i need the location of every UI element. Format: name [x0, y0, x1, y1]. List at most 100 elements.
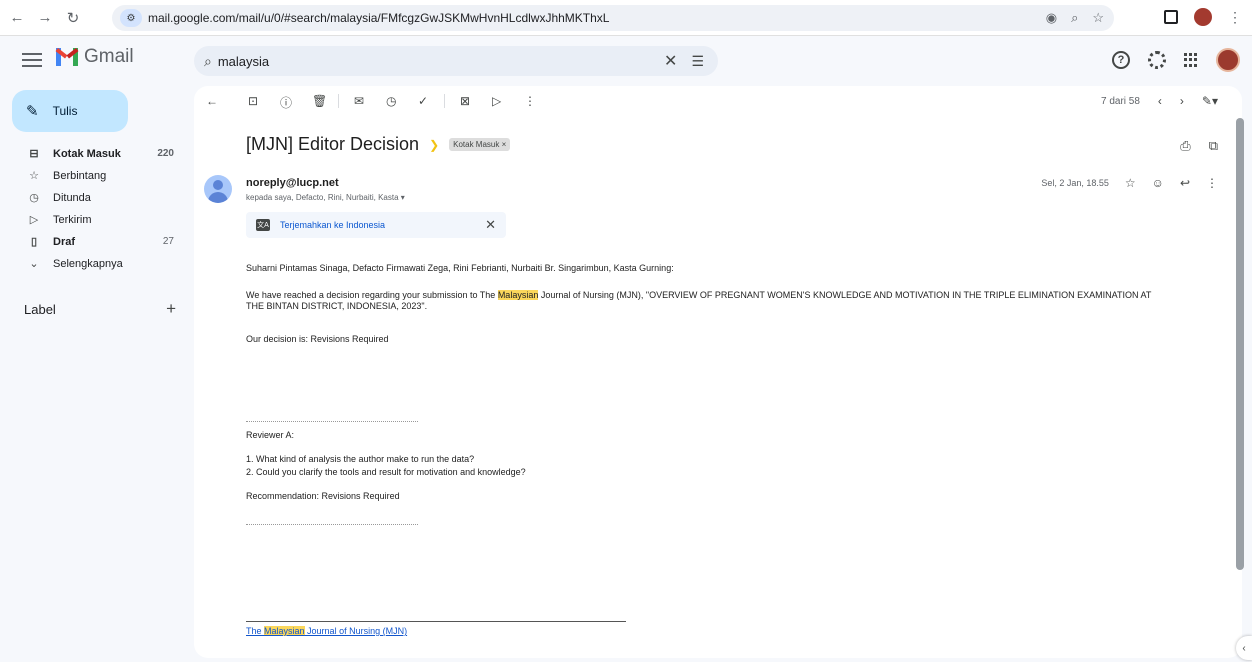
inbox-label-chip[interactable]: Kotak Masuk × [449, 138, 511, 151]
open-new-window-icon[interactable]: ⧉ [1209, 138, 1218, 154]
recipients-dropdown[interactable]: kepada saya, Defacto, Rini, Nurbaiti, Ka… [246, 193, 405, 202]
decision-text: Our decision is: Revisions Required [246, 334, 389, 344]
draft-count: 27 [162, 236, 174, 247]
clock-icon: ◷ [29, 192, 39, 204]
chevron-down-icon: ⌄ [29, 258, 39, 270]
paragraph-text: We have reached a decision regarding you… [246, 290, 498, 300]
paragraph-text: THE BINTAN DISTRICT, INDONESIA, 2023". [246, 301, 428, 311]
gmail-header: Gmail ⌕ malaysia ✕ ☰ ? [0, 36, 1252, 86]
hamburger-menu-icon[interactable] [22, 50, 42, 70]
sidebar-item-label: Ditunda [53, 191, 91, 204]
move-to-icon[interactable]: ⊠ [460, 94, 470, 108]
search-bar[interactable]: ⌕ malaysia ✕ ☰ [194, 46, 718, 76]
email-salutation: Suharni Pintamas Sinaga, Defacto Firmawa… [246, 263, 674, 273]
toolbar-divider [444, 94, 445, 108]
help-icon[interactable]: ? [1112, 51, 1130, 69]
translate-link[interactable]: Terjemahkan ke Indonesia [280, 220, 385, 230]
add-task-icon[interactable]: ✓ [418, 94, 428, 108]
gmail-logo-text: Gmail [84, 46, 134, 67]
side-panel-icon[interactable] [1164, 10, 1178, 24]
gmail-m-icon [55, 48, 79, 66]
account-avatar[interactable] [1216, 48, 1240, 72]
profile-icon[interactable] [1194, 8, 1212, 26]
inbox-icon: ⊟ [29, 148, 39, 160]
reviewer-heading: Reviewer A: [246, 430, 295, 440]
labels-section: Label + [24, 300, 176, 317]
archive-icon[interactable]: ⊡ [248, 94, 258, 108]
menu-icon[interactable]: ⋮ [1228, 9, 1242, 26]
apps-grid-icon[interactable] [1184, 53, 1198, 67]
search-highlight: Malaysian [497, 290, 539, 300]
compose-label: Tulis [52, 104, 78, 118]
pager-text: 7 dari 58 [1101, 95, 1140, 107]
address-bar[interactable]: ⚙ mail.google.com/mail/u/0/#search/malay… [112, 5, 1114, 31]
sidebar-item-more[interactable]: ⌄ Selengkapnya [0, 254, 194, 273]
recommendation-text: Recommendation: Revisions Required [246, 491, 400, 501]
sidebar-item-drafts[interactable]: ▯ Draf 27 [0, 232, 194, 251]
divider-line [246, 421, 418, 422]
print-icon[interactable]: ⎙ [1180, 138, 1190, 154]
message-toolbar: ← ⊡ ⓘ 🗑 ✉ ◷ ✓ ⊠ ▷ ⋮ 7 dari 58 ‹ › ✎▾ [194, 86, 1242, 116]
search-icon[interactable]: ⌕ [204, 53, 212, 70]
journal-link[interactable]: The Malaysian Journal of Nursing (MJN) [246, 626, 407, 636]
pencil-icon: ✎ [26, 103, 39, 120]
site-info-icon[interactable]: ⚙ [120, 9, 142, 27]
eye-icon[interactable]: ◉ [1046, 10, 1057, 26]
add-label-icon[interactable]: + [166, 300, 176, 317]
unread-count: 220 [157, 148, 174, 159]
star-icon: ☆ [29, 170, 39, 182]
sender-email[interactable]: noreply@lucp.net [246, 177, 339, 189]
message-panel: ← ⊡ ⓘ 🗑 ✉ ◷ ✓ ⊠ ▷ ⋮ 7 dari 58 ‹ › ✎▾ [MJ… [194, 86, 1242, 658]
clear-search-icon[interactable]: ✕ [664, 51, 677, 71]
review-question: 2. Could you clarify the tools and resul… [246, 467, 526, 477]
search-highlight: Malaysian [264, 626, 305, 636]
forward-icon[interactable]: → [34, 7, 56, 29]
sidebar-item-starred[interactable]: ☆ Berbintang [0, 166, 194, 185]
search-options-icon[interactable]: ☰ [691, 53, 704, 70]
sidebar-item-inbox[interactable]: ⊟ Kotak Masuk 220 [0, 144, 194, 163]
reply-icon[interactable]: ↩ [1180, 176, 1190, 190]
divider-line [246, 524, 418, 525]
sidebar-item-label: Selengkapnya [53, 257, 123, 270]
search-input[interactable]: malaysia [218, 54, 664, 69]
next-icon[interactable]: › [1180, 94, 1184, 108]
sender-avatar [204, 175, 232, 203]
sidebar-item-sent[interactable]: ▷ Terkirim [0, 210, 194, 229]
importance-marker-icon[interactable]: ❯ [429, 138, 439, 152]
translate-icon: 文A [256, 219, 270, 231]
input-tools-icon[interactable]: ✎▾ [1202, 94, 1218, 108]
bookmark-star-icon[interactable]: ☆ [1092, 10, 1104, 26]
compose-button[interactable]: ✎ Tulis [12, 90, 128, 132]
prev-icon[interactable]: ‹ [1158, 94, 1162, 108]
back-icon[interactable]: ← [6, 7, 28, 29]
side-panel-toggle-icon[interactable]: ‹ [1236, 636, 1252, 660]
scrollbar[interactable] [1236, 118, 1244, 570]
snooze-icon[interactable]: ◷ [386, 94, 396, 108]
emoji-reaction-icon[interactable]: ☺ [1152, 176, 1164, 190]
sidebar-item-snoozed[interactable]: ◷ Ditunda [0, 188, 194, 207]
email-paragraph: We have reached a decision regarding you… [246, 290, 1226, 312]
close-icon[interactable]: ✕ [485, 217, 496, 233]
more-options-icon[interactable]: ⋮ [524, 94, 536, 108]
mark-unread-icon[interactable]: ✉ [354, 94, 364, 108]
star-icon[interactable]: ☆ [1125, 176, 1136, 190]
message-date: Sel, 2 Jan, 18.55 [1041, 178, 1109, 188]
signature-divider [246, 621, 626, 622]
sidebar: ✎ Tulis ⊟ Kotak Masuk 220 ☆ Berbintang ◷… [0, 86, 194, 662]
label-icon[interactable]: ▷ [492, 94, 501, 108]
sidebar-item-label: Berbintang [53, 169, 107, 182]
settings-gear-icon[interactable] [1148, 51, 1166, 69]
toolbar-divider [338, 94, 339, 108]
zoom-icon[interactable]: ⌕ [1071, 10, 1078, 26]
back-arrow-icon[interactable]: ← [206, 94, 218, 108]
send-icon: ▷ [29, 214, 39, 226]
reload-icon[interactable]: ↻ [62, 7, 84, 29]
report-spam-icon[interactable]: ⓘ [280, 94, 292, 111]
paragraph-text: Journal of Nursing (MJN), "OVERVIEW OF P… [538, 290, 1152, 300]
more-vert-icon[interactable]: ⋮ [1206, 176, 1218, 190]
delete-icon[interactable]: 🗑 [312, 94, 327, 108]
sidebar-item-label: Draf [53, 235, 76, 248]
nav-list: ⊟ Kotak Masuk 220 ☆ Berbintang ◷ Ditunda… [0, 144, 194, 276]
sidebar-item-label: Terkirim [53, 213, 92, 226]
gmail-logo[interactable]: Gmail [55, 46, 134, 68]
